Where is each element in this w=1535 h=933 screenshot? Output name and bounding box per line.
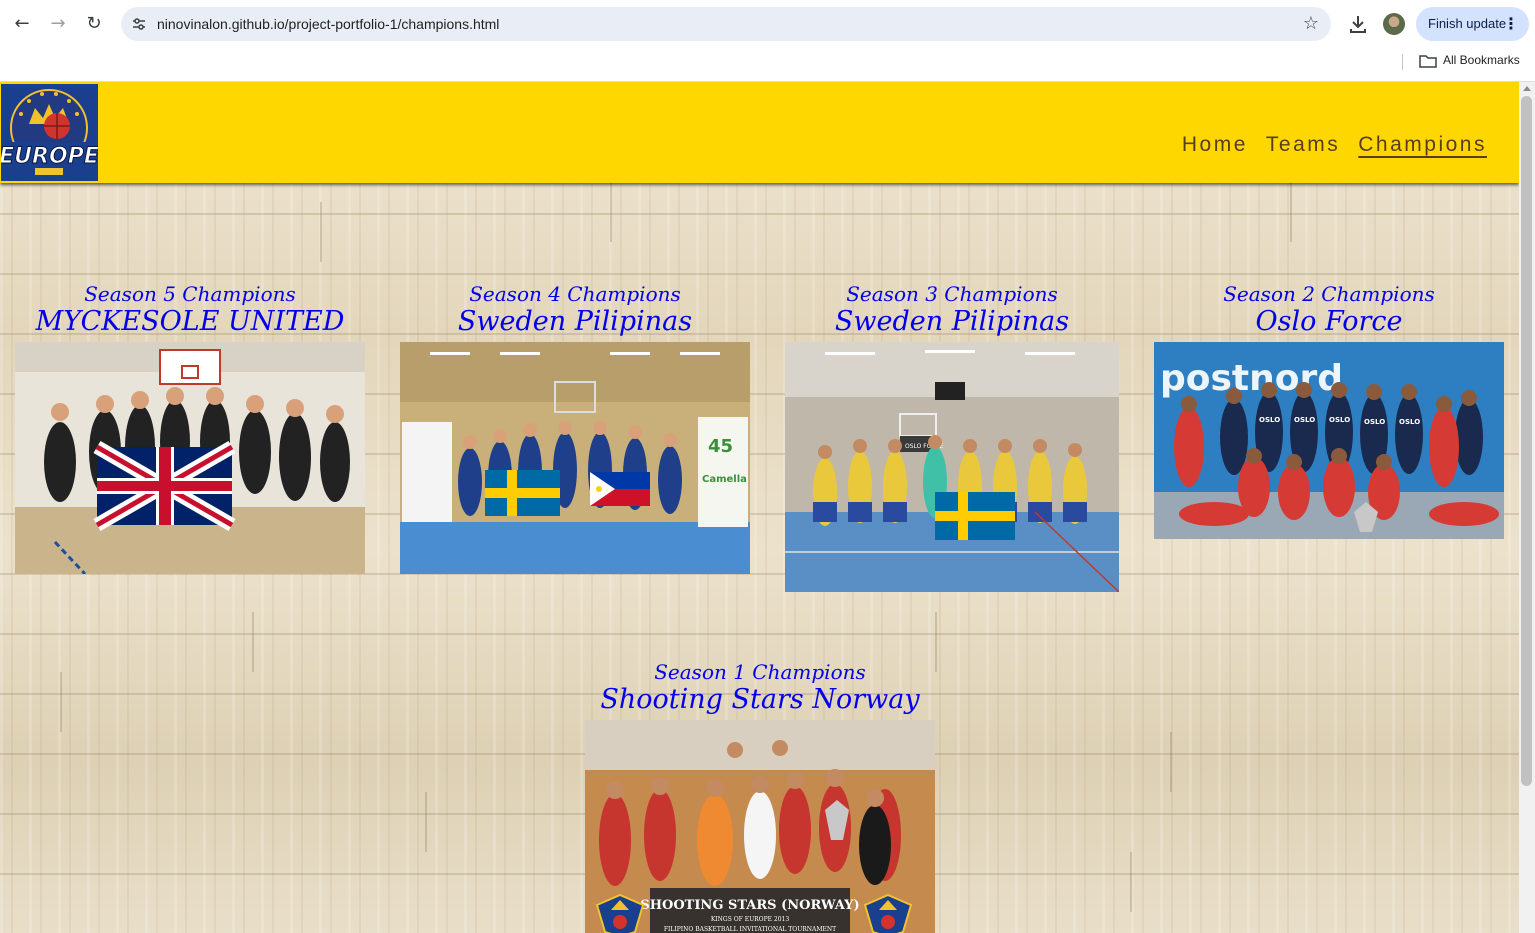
browser-toolbar: ← → ↻ ninovinalon.github.io/project-port… (0, 0, 1535, 48)
all-bookmarks-link[interactable]: All Bookmarks (1443, 53, 1520, 67)
team-photo-season-2: postnord OSLO OSLO OSLO OSLO OSLO (1154, 342, 1504, 539)
download-icon[interactable] (1347, 13, 1369, 35)
scroll-up-arrow-icon[interactable] (1523, 86, 1531, 91)
champion-card-season-5: Season 5 Champions MYCKESOLE UNITED (15, 282, 365, 574)
jersey-text: OSLO (1259, 416, 1280, 424)
team-name: Sweden Pilipinas (834, 306, 1070, 337)
champion-card-season-2: Season 2 Champions Oslo Force postnord O… (1154, 282, 1504, 539)
sweden-flag (935, 492, 1015, 540)
wood-seam (1290, 182, 1292, 242)
address-bar[interactable]: ninovinalon.github.io/project-portfolio-… (121, 7, 1331, 41)
bookmarks-bar: All Bookmarks (0, 48, 1535, 82)
jersey-text: OSLO (1364, 418, 1385, 426)
bookmark-star-icon[interactable]: ☆ (1303, 7, 1319, 41)
team-photo-season-4: 45 Camella (400, 342, 750, 574)
season-title: Season 2 Champions (1223, 282, 1435, 306)
champion-card-season-4: Season 4 Champions Sweden Pilipinas 45 C… (400, 282, 750, 574)
folder-icon[interactable] (1419, 54, 1437, 68)
finish-update-button[interactable]: Finish update ⋮ (1416, 7, 1529, 41)
season-title: Season 1 Champions (654, 660, 866, 684)
page-viewport: EUROPE Home Teams Champions Season 5 Cha… (0, 82, 1519, 933)
photo-text-year: 45 (708, 436, 733, 457)
wood-seam (252, 612, 254, 672)
site-info-icon[interactable] (131, 16, 147, 32)
team-name: Sweden Pilipinas (457, 306, 693, 337)
season-title: Season 5 Champions (84, 282, 296, 306)
back-arrow-icon[interactable]: ← (10, 12, 34, 36)
photo-caption-sub1: KINGS OF EUROPE 2013 (711, 916, 790, 923)
champion-card-season-1: Season 1 Champions Shooting Stars Norway (585, 660, 935, 933)
wood-seam (1130, 852, 1132, 912)
bookmarks-divider (1402, 54, 1403, 70)
wood-seam (610, 182, 612, 242)
uk-flag (93, 440, 236, 532)
page-scrollbar[interactable] (1519, 82, 1535, 933)
season-title: Season 4 Champions (469, 282, 681, 306)
nav-home-link[interactable]: Home (1182, 133, 1248, 157)
sweden-flag (485, 470, 560, 516)
team-name: Oslo Force (1255, 306, 1403, 337)
team-photo-season-5 (15, 342, 365, 574)
wood-seam (935, 612, 937, 672)
wood-seam (425, 792, 427, 852)
forward-arrow-icon[interactable]: → (46, 12, 70, 36)
team-photo-season-1: SHOOTING STARS (NORWAY) KINGS OF EUROPE … (585, 720, 935, 933)
champion-card-season-3: Season 3 Champions Sweden Pilipinas OSLO… (785, 282, 1119, 592)
wood-seam (320, 202, 322, 262)
photo-text-brand: postnord (1160, 358, 1343, 399)
logo-wordmark: EUROPE (1, 144, 98, 169)
team-name: MYCKESOLE UNITED (35, 306, 345, 337)
nav-champions-link[interactable]: Champions (1358, 133, 1487, 157)
photo-caption-sub2: FILIPINO BASKETBALL INVITATIONAL TOURNAM… (664, 926, 836, 933)
site-header: EUROPE Home Teams Champions (0, 82, 1519, 183)
photo-text-sponsor: Camella (702, 474, 747, 485)
wood-seam (1170, 732, 1172, 792)
finish-update-label: Finish update (1428, 16, 1507, 31)
season-title: Season 3 Champions (846, 282, 1058, 306)
team-name: Shooting Stars Norway (600, 684, 920, 715)
site-navigation: Home Teams Champions (1182, 133, 1487, 157)
philippines-flag (590, 472, 650, 506)
kings-of-europe-logo[interactable]: EUROPE (1, 84, 98, 181)
wood-seam (60, 672, 62, 732)
photo-caption: SHOOTING STARS (NORWAY) (640, 898, 859, 913)
jersey-text: OSLO (1294, 416, 1315, 424)
profile-avatar[interactable] (1383, 13, 1405, 35)
nav-teams-link[interactable]: Teams (1266, 133, 1340, 157)
url-text[interactable]: ninovinalon.github.io/project-portfolio-… (157, 7, 499, 41)
jersey-text: OSLO (1399, 418, 1420, 426)
jersey-text: OSLO (1329, 416, 1350, 424)
scrollbar-thumb[interactable] (1521, 96, 1532, 786)
more-menu-icon[interactable]: ⋮ (1503, 7, 1519, 41)
team-photo-season-3: OSLO FORCE (785, 342, 1119, 592)
reload-icon[interactable]: ↻ (82, 12, 106, 36)
